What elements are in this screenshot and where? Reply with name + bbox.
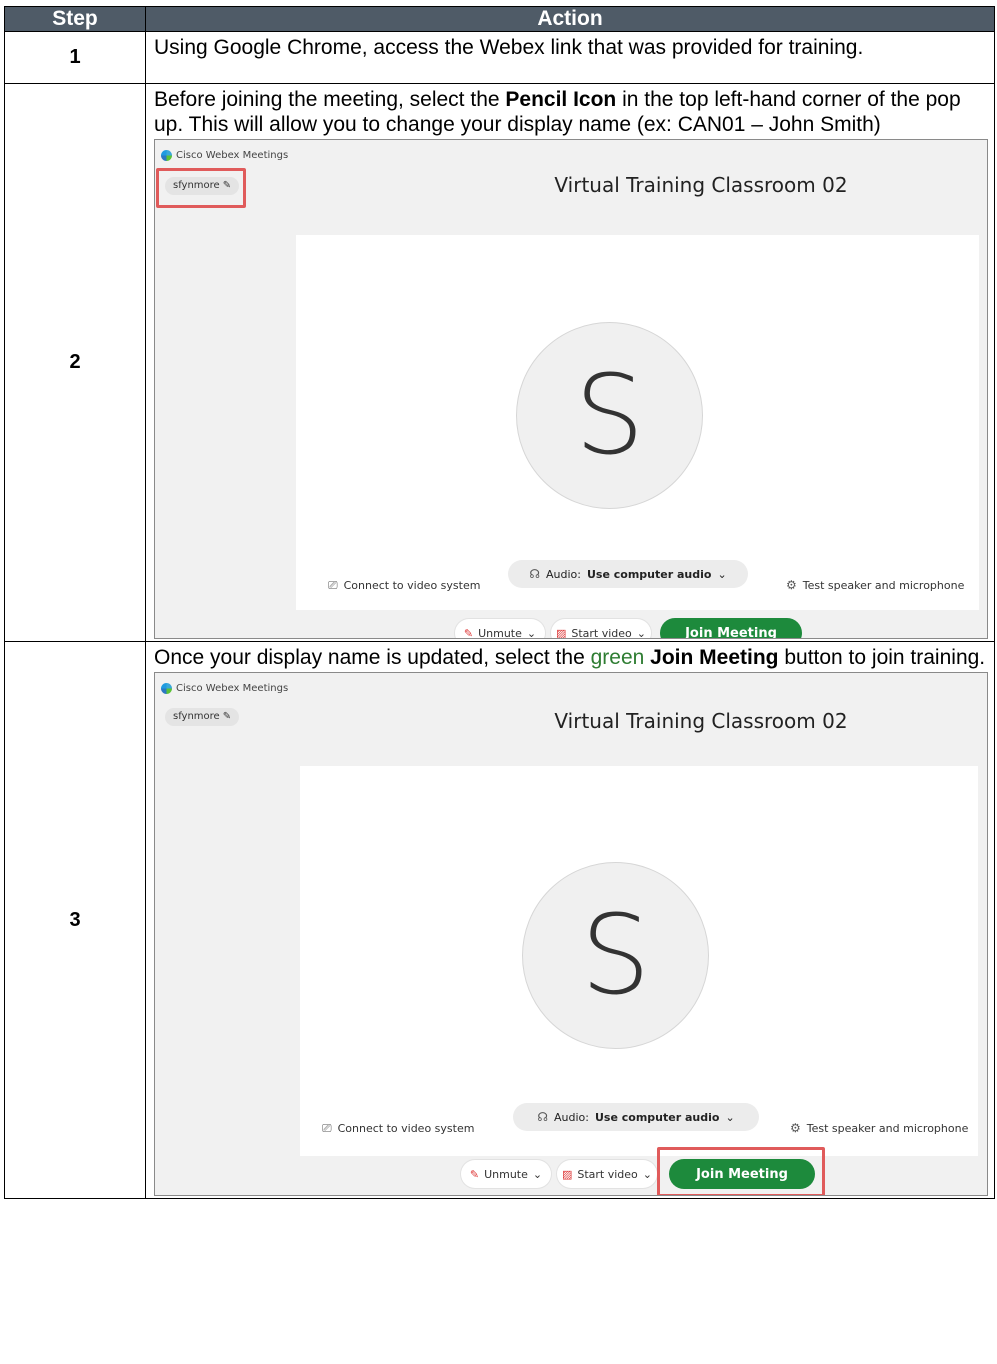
chevron-down-icon: ⌄	[717, 567, 727, 581]
start-video-button[interactable]: ▨ Start video ⌄	[551, 619, 651, 639]
action-cell: Before joining the meeting, select the P…	[145, 83, 995, 642]
cisco-logo-icon	[161, 150, 172, 161]
app-title: Cisco Webex Meetings	[176, 683, 289, 694]
table-row: 3 Once your display name is updated, sel…	[4, 641, 995, 1199]
join-meeting-button[interactable]: Join Meeting	[660, 618, 802, 638]
unmute-button[interactable]: ✎ Unmute ⌄	[461, 1160, 551, 1188]
video-preview-panel: S ⎚ Connect to video system ☊ Audio: Use co…	[300, 766, 978, 1156]
app-title: Cisco Webex Meetings	[176, 150, 289, 161]
table-row: 2 Before joining the meeting, select the…	[4, 83, 995, 642]
app-titlebar: Cisco Webex Meetings	[161, 676, 288, 701]
table-header-row: Step Action	[4, 6, 995, 32]
mic-muted-icon: ✎	[469, 1167, 480, 1181]
pencil-icon-label: Pencil Icon	[505, 88, 617, 111]
chevron-down-icon: ⌄	[725, 1110, 735, 1124]
instruction-table: Step Action 1 Using Google Chrome, acces…	[4, 6, 995, 1199]
video-off-icon: ▨	[555, 626, 567, 639]
unmute-button[interactable]: ✎ Unmute ⌄	[455, 619, 545, 639]
action-text: Using Google Chrome, access the Webex li…	[154, 36, 864, 59]
webex-screenshot: Cisco Webex Meetings sfynmore ✎ Virtual T…	[154, 672, 988, 1196]
highlight-box	[657, 1147, 825, 1195]
header-action: Action	[145, 6, 995, 32]
action-text: Once your display name is updated, selec…	[154, 646, 986, 669]
connect-video-option[interactable]: ⎚ Connect to video system	[322, 1116, 474, 1141]
action-cell: Using Google Chrome, access the Webex li…	[145, 31, 995, 84]
connect-video-option[interactable]: ⎚ Connect to video system	[328, 573, 480, 598]
avatar: S	[522, 862, 709, 1049]
step-number: 1	[4, 31, 146, 84]
headset-icon: ☊	[529, 566, 540, 581]
table-row: 1 Using Google Chrome, access the Webex …	[4, 31, 995, 84]
test-speaker-option[interactable]: ⚙ Test speaker and microphone	[786, 573, 964, 598]
gear-icon: ⚙	[790, 1121, 801, 1135]
mic-muted-icon: ✎	[463, 626, 474, 639]
meeting-title: Virtual Training Classroom 02	[554, 709, 848, 733]
audio-dropdown[interactable]: ☊ Audio: Use computer audio ⌄	[513, 1103, 759, 1131]
step-number: 2	[4, 83, 146, 642]
join-meeting-label: Join Meeting	[650, 646, 779, 669]
headset-icon: ☊	[537, 1109, 548, 1124]
audio-dropdown[interactable]: ☊ Audio: Use computer audio ⌄	[508, 560, 748, 588]
step-number: 3	[4, 641, 146, 1199]
action-cell: Once your display name is updated, selec…	[145, 641, 995, 1199]
start-video-button[interactable]: ▨ Start video ⌄	[557, 1160, 657, 1188]
meeting-title: Virtual Training Classroom 02	[554, 173, 848, 197]
gear-icon: ⚙	[786, 578, 797, 592]
avatar: S	[516, 322, 703, 509]
webex-screenshot: Cisco Webex Meetings sfynmore ✎ Virtual T…	[154, 139, 988, 639]
app-titlebar: Cisco Webex Meetings	[161, 143, 288, 168]
test-speaker-option[interactable]: ⚙ Test speaker and microphone	[790, 1116, 968, 1141]
video-preview-panel: S ⎚ Connect to video system ☊ Audio: Use co…	[296, 235, 979, 610]
action-text: Before joining the meeting, select the P…	[154, 88, 961, 136]
chevron-down-icon: ⌄	[636, 626, 647, 639]
cisco-logo-icon	[161, 683, 172, 694]
video-off-icon: ▨	[561, 1167, 573, 1181]
cast-icon: ⎚	[322, 1121, 332, 1135]
header-step: Step	[4, 6, 146, 32]
cast-icon: ⎚	[328, 578, 338, 592]
chevron-down-icon: ⌄	[526, 626, 537, 639]
chevron-down-icon: ⌄	[642, 1167, 653, 1181]
chevron-down-icon: ⌄	[532, 1167, 543, 1181]
